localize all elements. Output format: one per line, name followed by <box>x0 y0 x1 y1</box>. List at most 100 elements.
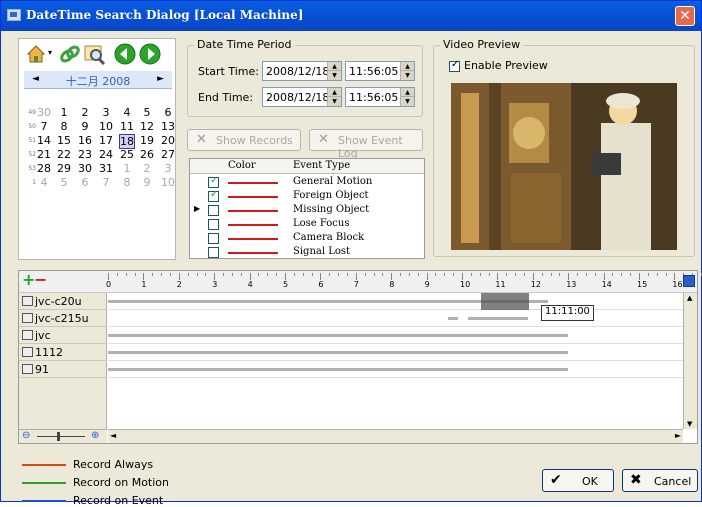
timeline-lane[interactable] <box>108 361 683 378</box>
remove-icon[interactable]: − <box>34 270 47 289</box>
spin-down-icon[interactable]: ▼ <box>328 97 341 106</box>
spin-down-icon[interactable]: ▼ <box>401 71 414 80</box>
horizontal-scrollbar[interactable]: ◄ ► <box>108 429 683 443</box>
record-segment[interactable] <box>108 334 568 337</box>
spin-up-icon[interactable]: ▲ <box>401 88 414 97</box>
calendar-day[interactable]: 9 <box>77 120 93 133</box>
calendar-day[interactable]: 11 <box>119 120 135 133</box>
calendar-day[interactable]: 26 <box>139 148 155 161</box>
ok-button[interactable]: ✔ OK <box>542 469 614 492</box>
scroll-right-icon[interactable]: ► <box>675 431 681 440</box>
scroll-left-icon[interactable]: ◄ <box>110 431 116 440</box>
timeline-lane[interactable] <box>108 310 683 327</box>
calendar-day[interactable]: 2 <box>77 106 93 119</box>
prev-arrow-icon[interactable] <box>114 43 136 65</box>
event-checkbox[interactable] <box>208 233 219 244</box>
scroll-down-icon[interactable]: ▼ <box>687 420 692 428</box>
spin-up-icon[interactable]: ▲ <box>401 62 414 71</box>
spin-up-icon[interactable]: ▲ <box>328 62 341 71</box>
calendar-day[interactable]: 13 <box>160 120 176 133</box>
calendar-day[interactable]: 9 <box>139 176 155 189</box>
calendar-day[interactable]: 29 <box>56 162 72 175</box>
start-date-field[interactable]: 2008/12/18 ▲ ▼ <box>262 61 342 81</box>
camera-row[interactable]: 91 <box>19 361 107 378</box>
show-event-log-button[interactable]: ✕ Show Event Log <box>309 129 423 160</box>
calendar-day[interactable]: 4 <box>119 106 135 119</box>
record-segment[interactable] <box>108 351 568 354</box>
calendar-day[interactable]: 28 <box>36 162 52 175</box>
calendar-day[interactable]: 8 <box>56 120 72 133</box>
calendar-day[interactable]: 18 <box>119 134 135 149</box>
timeline-lane[interactable] <box>108 293 683 310</box>
record-segment[interactable] <box>448 317 458 320</box>
calendar-day[interactable]: 6 <box>77 176 93 189</box>
enable-preview-checkbox[interactable] <box>449 59 460 72</box>
event-type-row[interactable]: Signal Lost <box>190 245 424 259</box>
calendar-day[interactable]: 4 <box>36 176 52 189</box>
calendar-day[interactable]: 31 <box>98 162 114 175</box>
next-month-button[interactable]: ► <box>157 74 164 84</box>
calendar-day[interactable]: 15 <box>56 134 72 147</box>
event-type-row[interactable]: Lose Focus <box>190 217 424 231</box>
calendar-day[interactable]: 30 <box>77 162 93 175</box>
end-time-field[interactable]: 11:56:05 ▲ ▼ <box>345 87 415 107</box>
calendar-day[interactable]: 7 <box>36 120 52 133</box>
calendar-day[interactable]: 7 <box>98 176 114 189</box>
calendar-day[interactable]: 1 <box>119 162 135 175</box>
title-bar[interactable]: DateTime Search Dialog [Local Machine] ✕ <box>1 1 701 31</box>
magnifier-icon[interactable] <box>83 43 105 65</box>
selected-time-block[interactable] <box>481 293 529 310</box>
event-type-column-header[interactable]: Event Type <box>293 160 350 171</box>
calendar-day[interactable]: 22 <box>56 148 72 161</box>
calendar-day[interactable]: 23 <box>77 148 93 161</box>
calendar-day[interactable]: 3 <box>98 106 114 119</box>
event-checkbox[interactable] <box>208 189 219 202</box>
camera-row[interactable]: jvc-c215u <box>19 310 107 327</box>
zoom-in-icon[interactable]: ⊕ <box>91 430 99 441</box>
calendar-day[interactable]: 3 <box>160 162 176 175</box>
calendar-day[interactable]: 2 <box>139 162 155 175</box>
camera-row[interactable]: jvc <box>19 327 107 344</box>
cancel-button[interactable]: ✖ Cancel <box>622 469 698 492</box>
timeline-lane[interactable] <box>108 344 683 361</box>
calendar-day[interactable]: 14 <box>36 134 52 147</box>
event-type-row[interactable]: ▶ Missing Object <box>190 203 424 217</box>
calendar-day[interactable]: 6 <box>160 106 176 119</box>
color-column-header[interactable]: Color <box>228 160 256 171</box>
spin-down-icon[interactable]: ▼ <box>401 97 414 106</box>
calendar-day[interactable]: 10 <box>160 176 176 189</box>
home-icon[interactable] <box>25 43 47 65</box>
camera-row[interactable]: jvc-c20u <box>19 293 107 310</box>
link-icon[interactable] <box>59 43 81 65</box>
home-dropdown-arrow-icon[interactable]: ▾ <box>48 48 52 57</box>
calendar-day[interactable]: 19 <box>139 134 155 147</box>
calendar-day[interactable]: 21 <box>36 148 52 161</box>
event-type-row[interactable]: General Motion <box>190 175 424 189</box>
event-checkbox[interactable] <box>208 175 219 188</box>
enable-preview-label[interactable]: Enable Preview <box>464 59 548 72</box>
zoom-slider-thumb[interactable] <box>57 432 60 441</box>
calendar-day[interactable]: 30 <box>36 106 52 119</box>
event-type-row[interactable]: Camera Block <box>190 231 424 245</box>
scroll-up-icon[interactable]: ▲ <box>687 294 692 302</box>
event-checkbox[interactable] <box>208 247 219 258</box>
calendar-day[interactable]: 17 <box>98 134 114 147</box>
calendar-grid-icon[interactable] <box>683 275 695 287</box>
calendar-day[interactable]: 12 <box>139 120 155 133</box>
calendar-day[interactable]: 10 <box>98 120 114 133</box>
end-date-field[interactable]: 2008/12/18 ▲ ▼ <box>262 87 342 107</box>
timeline-lane[interactable] <box>108 327 683 344</box>
calendar-day[interactable]: 27 <box>160 148 176 161</box>
calendar-day[interactable]: 5 <box>139 106 155 119</box>
calendar-day[interactable]: 1 <box>56 106 72 119</box>
calendar-month-label[interactable]: 十二月 2008 <box>24 73 172 89</box>
calendar-day[interactable]: 25 <box>119 148 135 161</box>
calendar-day[interactable]: 8 <box>119 176 135 189</box>
vertical-scrollbar[interactable]: ▲ ▼ <box>683 293 697 429</box>
camera-row[interactable]: 1112 <box>19 344 107 361</box>
next-arrow-icon[interactable] <box>139 43 161 65</box>
event-type-row[interactable]: Foreign Object <box>190 189 424 203</box>
record-segment[interactable] <box>468 317 528 320</box>
zoom-out-icon[interactable]: ⊖ <box>22 430 30 441</box>
calendar-day[interactable]: 5 <box>56 176 72 189</box>
